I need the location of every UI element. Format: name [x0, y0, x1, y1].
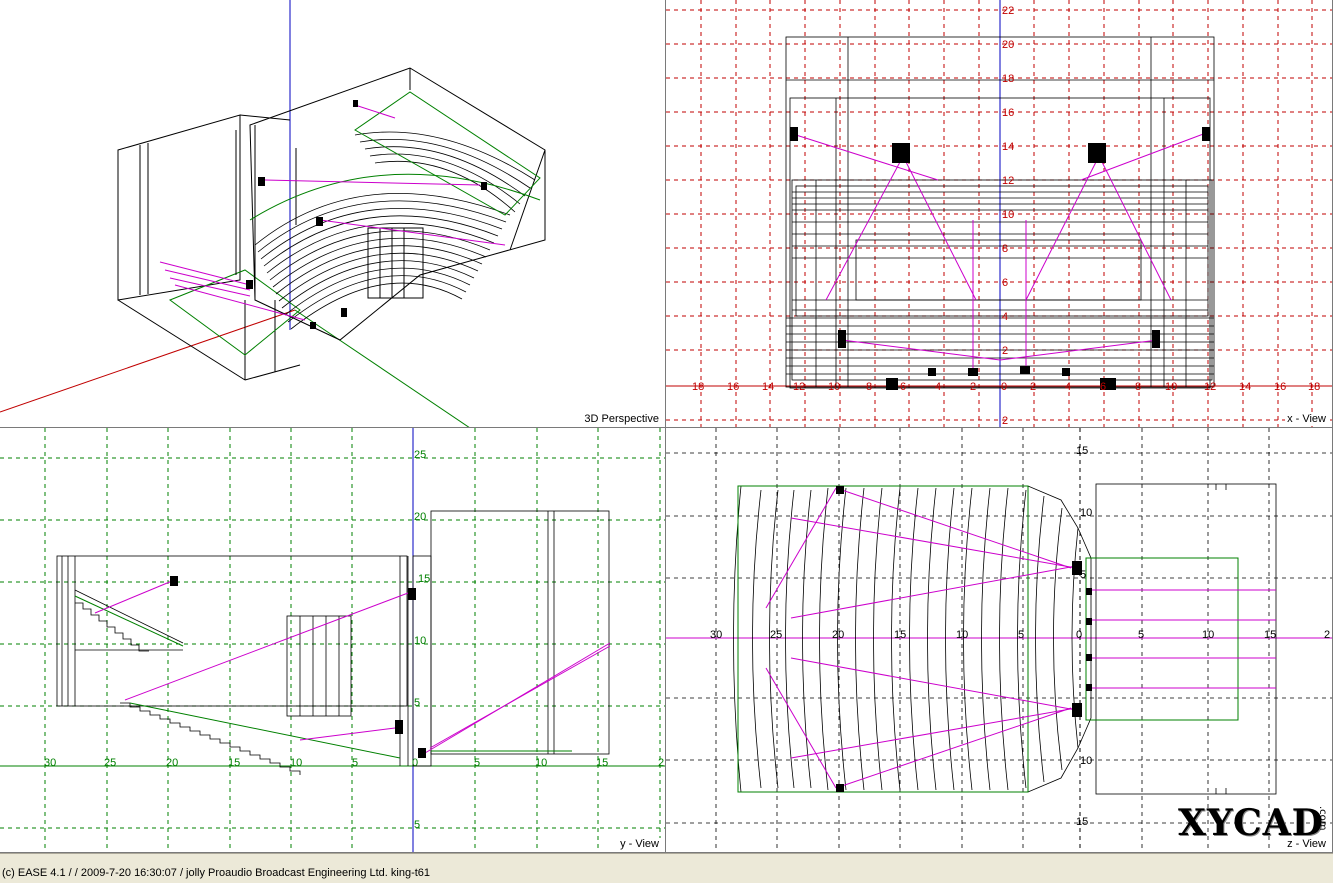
z-view-canvas: 30 25 20 15 10 5 0 5 10 15 2 15 10 5 10 …	[666, 428, 1332, 852]
svg-text:5: 5	[414, 819, 420, 831]
svg-text:10: 10	[290, 757, 302, 769]
svg-text:14: 14	[1002, 141, 1014, 153]
svg-text:0: 0	[1076, 629, 1082, 641]
svg-text:2: 2	[1002, 345, 1008, 357]
svg-text:20: 20	[832, 629, 844, 641]
x-view-canvas: 18 16 14 12 10 8 6 4 2 0 2 4 6 8 10 12 1…	[666, 0, 1332, 427]
svg-text:2: 2	[1030, 381, 1036, 393]
svg-text:20: 20	[1002, 39, 1014, 51]
svg-text:5: 5	[474, 757, 480, 769]
viewport-label-y-view: y - View	[618, 838, 661, 851]
svg-text:5: 5	[1138, 629, 1144, 641]
y-view-viewport[interactable]: 30 25 20 15 10 5 0 5 10 15 2 25 20 15 10…	[0, 428, 666, 853]
svg-text:12: 12	[1002, 175, 1014, 187]
svg-text:10: 10	[1080, 507, 1092, 519]
perspective-viewport[interactable]: 3D Perspective	[0, 0, 666, 428]
svg-text:6: 6	[1100, 381, 1106, 393]
svg-text:10: 10	[956, 629, 968, 641]
svg-text:8: 8	[1135, 381, 1141, 393]
svg-text:15: 15	[1264, 629, 1276, 641]
svg-text:10: 10	[535, 757, 547, 769]
svg-text:16: 16	[1002, 107, 1014, 119]
svg-text:15: 15	[418, 573, 430, 585]
svg-text:16: 16	[727, 381, 739, 393]
svg-text:14: 14	[1239, 381, 1251, 393]
svg-text:2: 2	[1002, 415, 1008, 427]
svg-text:4: 4	[1065, 381, 1071, 393]
svg-text:8: 8	[1002, 243, 1008, 255]
svg-text:25: 25	[770, 629, 782, 641]
svg-text:10: 10	[1202, 629, 1214, 641]
svg-text:15: 15	[894, 629, 906, 641]
svg-text:8: 8	[866, 381, 872, 393]
perspective-canvas	[0, 0, 546, 427]
svg-text:18: 18	[692, 381, 704, 393]
watermark-suffix: .com	[1317, 806, 1328, 831]
svg-text:2: 2	[658, 757, 664, 769]
svg-text:4: 4	[1002, 311, 1008, 323]
svg-text:15: 15	[596, 757, 608, 769]
svg-text:10: 10	[1080, 755, 1092, 767]
svg-text:22: 22	[1002, 5, 1014, 17]
svg-text:18: 18	[1308, 381, 1320, 393]
z-view-viewport[interactable]: 30 25 20 15 10 5 0 5 10 15 2 15 10 5 10 …	[666, 428, 1333, 853]
svg-text:10: 10	[414, 635, 426, 647]
viewport-label-perspective: 3D Perspective	[582, 413, 661, 426]
watermark-text: XYCAD	[1178, 802, 1324, 844]
svg-text:20: 20	[166, 757, 178, 769]
svg-text:14: 14	[762, 381, 774, 393]
svg-text:30: 30	[710, 629, 722, 641]
svg-text:0: 0	[1001, 381, 1007, 393]
svg-text:10: 10	[1002, 209, 1014, 221]
svg-text:15: 15	[1076, 816, 1088, 828]
svg-text:10: 10	[828, 381, 840, 393]
svg-text:4: 4	[935, 381, 941, 393]
y-view-canvas: 30 25 20 15 10 5 0 5 10 15 2 25 20 15 10…	[0, 428, 665, 852]
svg-text:10: 10	[1165, 381, 1177, 393]
svg-text:6: 6	[900, 381, 906, 393]
svg-text:25: 25	[414, 449, 426, 461]
svg-text:5: 5	[1018, 629, 1024, 641]
svg-text:5: 5	[414, 697, 420, 709]
xycad-watermark-logo: XYCAD .com	[1178, 800, 1328, 846]
svg-text:30: 30	[44, 757, 56, 769]
svg-text:2: 2	[1324, 629, 1330, 641]
svg-text:18: 18	[1002, 73, 1014, 85]
svg-text:5: 5	[352, 757, 358, 769]
svg-text:12: 12	[1204, 381, 1216, 393]
svg-text:20: 20	[414, 511, 426, 523]
svg-text:6: 6	[1002, 277, 1008, 289]
svg-text:12: 12	[793, 381, 805, 393]
x-view-viewport[interactable]: 18 16 14 12 10 8 6 4 2 0 2 4 6 8 10 12 1…	[666, 0, 1333, 428]
svg-text:16: 16	[1274, 381, 1286, 393]
svg-text:15: 15	[1076, 445, 1088, 457]
svg-text:5: 5	[1080, 569, 1086, 581]
status-bar-text: (c) EASE 4.1 / / 2009-7-20 16:30:07 / jo…	[2, 867, 431, 879]
svg-text:2: 2	[970, 381, 976, 393]
svg-text:25: 25	[104, 757, 116, 769]
svg-text:15: 15	[228, 757, 240, 769]
svg-text:0: 0	[412, 757, 418, 769]
status-bar: (c) EASE 4.1 / / 2009-7-20 16:30:07 / jo…	[0, 853, 1333, 883]
viewport-label-x-view: x - View	[1285, 413, 1328, 426]
